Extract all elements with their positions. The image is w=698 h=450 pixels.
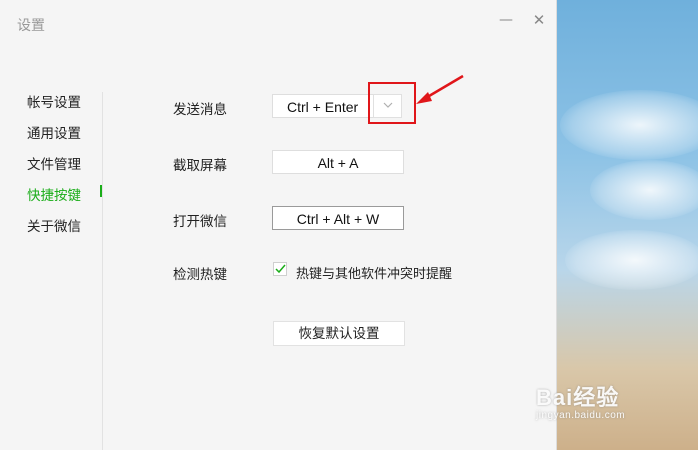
hotkey-conflict-checkbox[interactable]	[273, 262, 287, 276]
sidebar-item-shortcuts[interactable]: 快捷按键	[27, 184, 81, 204]
baidu-jingyan-watermark: Bai经验 jingyan.baidu.com	[536, 385, 626, 421]
cloud-decoration	[565, 230, 698, 290]
settings-window: 设置 — ✕ 帐号设置 通用设置 文件管理 快捷按键 关于微信 发送消息 Ctr…	[0, 0, 557, 450]
sidebar-divider	[102, 92, 103, 450]
cloud-decoration	[590, 160, 698, 220]
settings-sidebar: 帐号设置 通用设置 文件管理 快捷按键 关于微信	[0, 80, 103, 450]
sidebar-item-files[interactable]: 文件管理	[27, 153, 81, 173]
send-message-label: 发送消息	[173, 102, 227, 118]
close-icon[interactable]: ✕	[529, 10, 549, 30]
checkmark-icon	[275, 264, 286, 274]
screenshot-key-field[interactable]: Alt + A	[272, 150, 404, 174]
annotation-highlight-box	[368, 82, 416, 124]
hotkey-conflict-label[interactable]: 热键与其他软件冲突时提醒	[296, 263, 452, 282]
detect-hotkey-label: 检测热键	[173, 267, 227, 283]
screenshot-label: 截取屏幕	[173, 158, 227, 174]
minimize-icon[interactable]: —	[496, 10, 516, 30]
open-wechat-key-field[interactable]: Ctrl + Alt + W	[272, 206, 404, 230]
sidebar-item-account[interactable]: 帐号设置	[27, 91, 81, 111]
cloud-decoration	[560, 90, 698, 160]
window-title: 设置	[17, 18, 45, 34]
open-wechat-label: 打开微信	[173, 214, 227, 230]
sidebar-item-about[interactable]: 关于微信	[27, 215, 81, 235]
annotation-arrow-icon	[416, 74, 464, 104]
sidebar-item-general[interactable]: 通用设置	[27, 122, 81, 142]
reset-defaults-button[interactable]: 恢复默认设置	[273, 321, 405, 346]
send-message-key-field[interactable]: Ctrl + Enter	[272, 94, 376, 118]
